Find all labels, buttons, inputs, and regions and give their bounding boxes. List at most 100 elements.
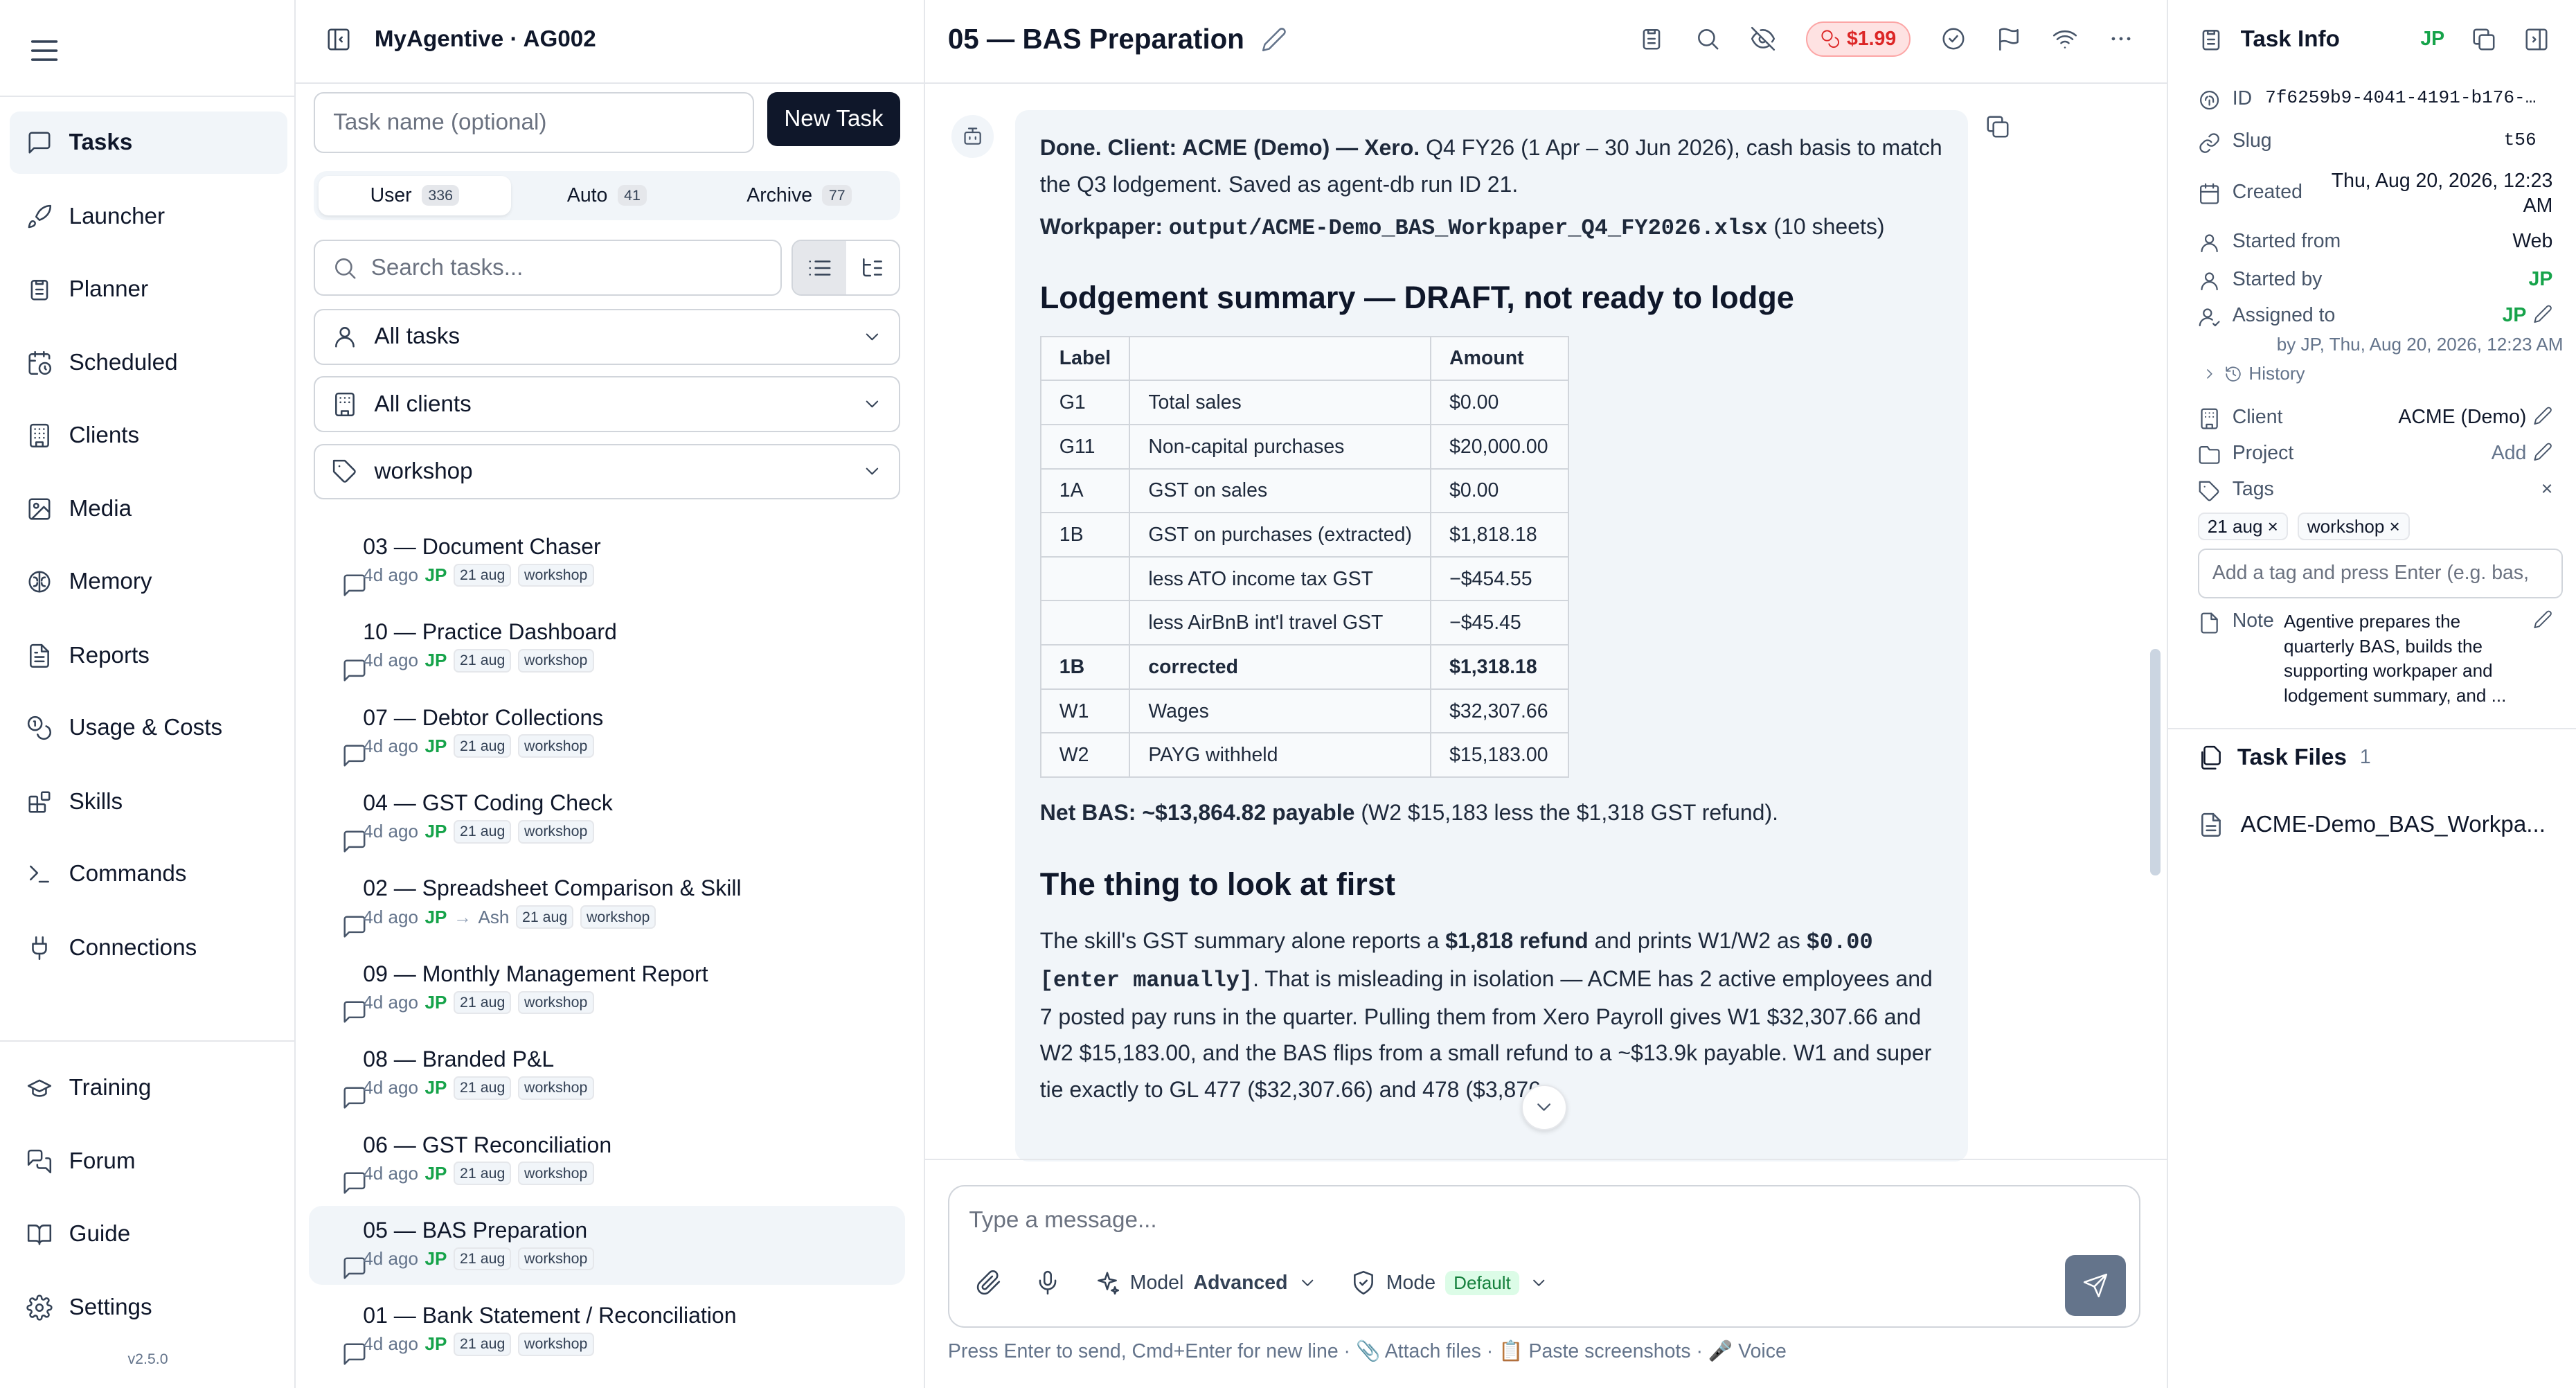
history-toggle[interactable]: History [2201, 363, 2305, 384]
divider [296, 82, 925, 84]
task-list-item[interactable]: 02 — Spreadsheet Comparison & Skill 4d a… [309, 864, 905, 943]
task-meta: 4d ago JP 21 aug workshop [363, 1076, 594, 1100]
mode-select[interactable]: Mode Default [1350, 1270, 1549, 1296]
nav-item-clients[interactable]: Clients [10, 404, 287, 467]
coins-icon [1821, 29, 1840, 48]
model-select[interactable]: Model Advanced [1094, 1270, 1318, 1296]
task-name-input[interactable]: Task name (optional) [314, 91, 754, 153]
nav-item-memory[interactable]: Memory [10, 551, 287, 613]
task-search-input[interactable]: Search tasks... [314, 240, 782, 296]
tab-archive[interactable]: Archive 77 [703, 176, 895, 215]
new-task-button[interactable]: New Task [767, 91, 901, 147]
nav-item-commands[interactable]: Commands [10, 843, 287, 905]
tree-view-icon[interactable] [846, 241, 899, 294]
task-files-header: Task Files 1 [2198, 745, 2371, 771]
more-icon[interactable] [2108, 26, 2134, 52]
task-tabs: User 336 Auto 41 Archive 77 [314, 170, 901, 220]
tag-chip: workshop × [2297, 513, 2410, 540]
copy-icon[interactable] [2471, 26, 2497, 53]
table-cell-desc: Total sales [1129, 380, 1432, 425]
nav-item-reports[interactable]: Reports [10, 625, 287, 687]
scroll-down-button[interactable] [1521, 1084, 1568, 1131]
task-tag: 21 aug [453, 990, 512, 1015]
task-list-item[interactable]: 09 — Monthly Management Report 4d ago JP 2… [309, 950, 905, 1029]
message-paragraph: Done. Client: ACME (Demo) — Xero. Q4 FY2… [1040, 130, 1944, 202]
task-meta: 4d ago JP → Ash 21 aug workshop [363, 905, 656, 929]
composer-toolbar: Model Advanced Mode Default [976, 1270, 1549, 1296]
remove-tag-icon[interactable]: × [2390, 516, 2400, 537]
check-circle-icon[interactable] [1940, 26, 1967, 52]
section-heading: Lodgement summary — DRAFT, not ready to … [1039, 279, 1794, 315]
client-filter-select[interactable]: All clients [314, 376, 901, 432]
panel-collapse-icon[interactable] [2523, 26, 2550, 53]
message-composer: Type a message... Model Advanced Mode De… [947, 1184, 2141, 1328]
nav-item-scheduled[interactable]: Scheduled [10, 332, 287, 394]
view-toggle [791, 240, 901, 296]
flag-icon[interactable] [1996, 26, 2022, 52]
pencil-icon[interactable] [2533, 304, 2552, 323]
task-list-item[interactable]: 10 — Practice Dashboard 4d ago JP 21 aug wo… [309, 608, 905, 687]
pencil-icon[interactable] [1261, 26, 1287, 53]
microphone-icon[interactable] [1035, 1270, 1061, 1296]
pencil-icon[interactable] [2533, 442, 2552, 461]
add-tag-input[interactable]: Add a tag and press Enter (e.g. bas, [2197, 549, 2563, 598]
task-tag: 21 aug [453, 563, 512, 587]
nav-item-settings[interactable]: Settings [10, 1276, 287, 1339]
tag-filter-value: workshop [374, 458, 473, 484]
info-row-started-by: Started by JP [2198, 268, 2552, 293]
workspace-title: MyAgentive · AG002 [374, 26, 596, 52]
clipboard-icon[interactable] [1638, 26, 1665, 52]
nav-item-planner[interactable]: Planner [10, 258, 287, 320]
nav-item-tasks[interactable]: Tasks [10, 112, 288, 175]
list-view-icon[interactable] [793, 241, 846, 295]
tag-filter-select[interactable]: workshop [314, 443, 901, 500]
table-row: G1 Total sales $0.00 [1039, 380, 1570, 425]
task-file-item[interactable]: ACME-Demo_BAS_Workpa... [2198, 812, 2546, 838]
cost-badge[interactable]: $1.99 [1806, 21, 1911, 57]
pencil-icon[interactable] [2533, 610, 2552, 629]
copy-icon[interactable] [1985, 114, 2011, 140]
table-row: W1 Wages $32,307.66 [1039, 688, 1570, 734]
nav-item-connections[interactable]: Connections [10, 917, 287, 979]
tab-auto[interactable]: Auto 41 [511, 176, 704, 215]
nav-item-usage-costs[interactable]: Usage & Costs [10, 697, 287, 759]
nav-item-skills[interactable]: Skills [10, 771, 287, 833]
project-add-link[interactable]: Add [2492, 442, 2527, 465]
sidebar-toggle-icon[interactable] [325, 26, 352, 53]
task-meta: 4d ago JP 21 aug workshop [363, 990, 594, 1015]
chat-scrollbar[interactable] [2150, 649, 2161, 876]
task-name: 10 — Practice Dashboard [363, 619, 617, 645]
nav-item-guide[interactable]: Guide [10, 1203, 287, 1265]
book-icon [26, 1221, 53, 1247]
task-list-item[interactable]: 01 — Bank Statement / Reconciliation 4d … [309, 1292, 905, 1371]
nav-item-forum[interactable]: Forum [10, 1130, 287, 1193]
nav-item-media[interactable]: Media [10, 478, 287, 540]
task-list-item[interactable]: 03 — Document Chaser 4d ago JP 21 aug works… [309, 522, 905, 601]
eye-off-icon[interactable] [1750, 26, 1776, 52]
task-list-item-active[interactable]: 05 — BAS Preparation 4d ago JP 21 aug works… [309, 1206, 906, 1285]
message-input[interactable]: Type a message... [969, 1207, 1156, 1234]
assignee-filter-select[interactable]: All tasks [314, 309, 901, 365]
info-row-slug: Slug t56 [2198, 130, 2552, 154]
pencil-icon[interactable] [2533, 406, 2552, 425]
task-chat-panel: 05 — BAS Preparation $1.99 Done. Client:… [924, 0, 2167, 1388]
menu-icon[interactable] [26, 33, 66, 72]
workpaper-suffix: (10 sheets) [1773, 214, 1885, 240]
tab-user[interactable]: User 336 [319, 175, 511, 215]
task-list-item[interactable]: 06 — GST Reconciliation 4d ago JP 21 aug wo… [309, 1121, 905, 1200]
remove-tag-icon[interactable]: × [2268, 516, 2278, 537]
user-avatar[interactable]: JP [2420, 28, 2444, 51]
user-icon [2198, 230, 2233, 255]
nav-item-training[interactable]: Training [10, 1056, 287, 1119]
table-row: 1B corrected $1,318.18 [1039, 644, 1570, 690]
task-list-item[interactable]: 08 — Branded P&L 4d ago JP 21 aug workshop [309, 1035, 905, 1114]
task-list-item[interactable]: 04 — GST Coding Check 4d ago JP 21 aug work… [309, 779, 905, 858]
paperclip-icon[interactable] [976, 1270, 1002, 1296]
tab-label: Archive [746, 184, 813, 206]
send-button[interactable] [2065, 1255, 2127, 1316]
info-label: Started from [2232, 230, 2341, 253]
task-list-item[interactable]: 07 — Debtor Collections 4d ago JP 21 aug wo… [309, 693, 905, 772]
search-icon[interactable] [1694, 26, 1721, 52]
clear-tags-icon[interactable]: × [2541, 478, 2553, 501]
nav-item-launcher[interactable]: Launcher [10, 186, 287, 248]
